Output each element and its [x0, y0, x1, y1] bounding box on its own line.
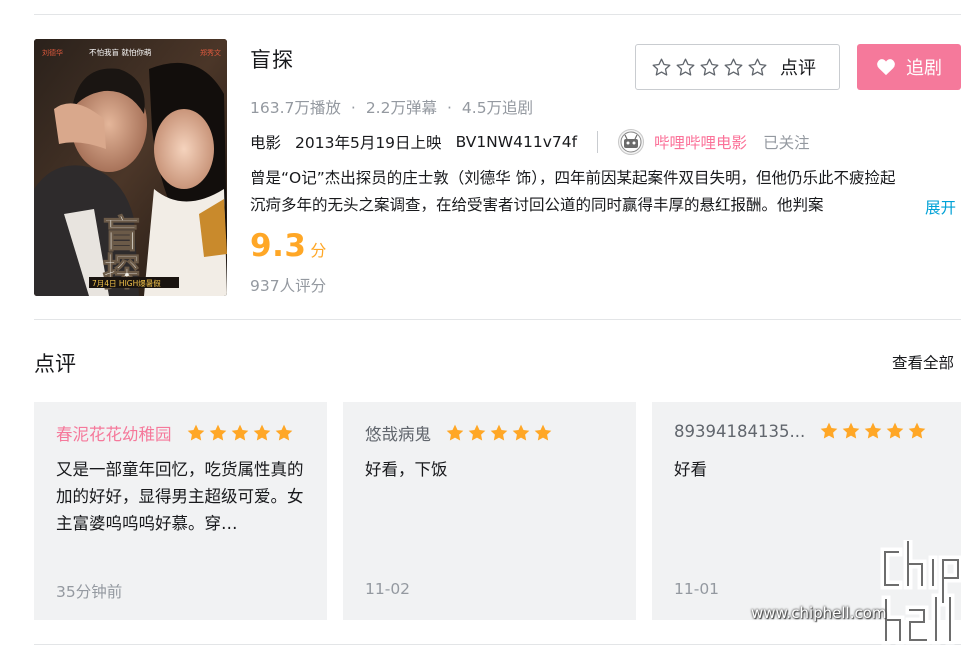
media-description: 曾是“O记”杰出探员的庄士敦（刘德华 饰），四年前因某起案件双目失明，但他仍乐此…: [250, 169, 896, 214]
danmaku-count: 2.2万弹幕: [365, 99, 437, 117]
star-filled-icon: [187, 424, 204, 441]
media-title: 盲探: [250, 48, 294, 72]
bottom-divider: [34, 644, 961, 645]
star-outline-icon[interactable]: [699, 57, 720, 78]
stats-separator: ·: [350, 99, 356, 117]
review-time: 11-02: [365, 580, 411, 598]
star-filled-icon: [468, 424, 486, 441]
score-value: 9.3: [250, 228, 307, 264]
star-filled-icon: [490, 424, 508, 441]
star-filled-icon: [820, 422, 838, 439]
publisher-name[interactable]: 哔哩哔哩电影: [654, 131, 747, 153]
star-outline-icon[interactable]: [747, 57, 768, 78]
review-card[interactable]: 春泥花花幼稚园 又是一部童年回忆，吃货属性真的加的好好，显得男主超级可爱。女主富…: [34, 402, 327, 620]
review-user[interactable]: 春泥花花幼稚园: [56, 421, 172, 445]
star-filled-icon: [864, 422, 882, 439]
star-filled-icon: [275, 424, 292, 441]
follow-button-label[interactable]: 追剧: [906, 54, 942, 80]
score-unit: 分: [310, 241, 327, 260]
media-stats: 163.7万播放 · 2.2万弹幕 · 4.5万追剧: [250, 96, 533, 118]
star-filled-icon: [253, 424, 270, 441]
review-time: 11-01: [674, 580, 720, 598]
publisher-avatar[interactable]: [618, 129, 645, 155]
media-category: 电影: [250, 134, 282, 152]
review-text: 好看: [674, 460, 707, 479]
empty-stars[interactable]: [651, 57, 768, 78]
star-outline-icon[interactable]: [675, 57, 696, 78]
watermark-url: www.chiphell.com: [751, 604, 887, 622]
expand-link[interactable]: 展开: [925, 196, 956, 218]
review-card[interactable]: 悠哉病鬼 好看，下饭 11-02: [343, 402, 636, 620]
star-filled-icon: [886, 422, 904, 439]
star-filled-icon: [908, 422, 926, 439]
stats-separator: ·: [446, 99, 452, 117]
chiphell-watermark-logo: [880, 540, 963, 645]
review-stars: [445, 423, 553, 443]
star-filled-icon: [512, 424, 530, 441]
star-filled-icon: [446, 424, 464, 441]
star-filled-icon: [842, 422, 860, 439]
follow-state[interactable]: 已关注: [763, 131, 810, 153]
section-divider: [34, 319, 961, 320]
reviews-title: 点评: [34, 352, 76, 376]
play-count: 163.7万播放: [250, 99, 341, 117]
review-time: 35分钟前: [56, 583, 123, 601]
rate-button[interactable]: 点评: [635, 44, 840, 90]
follow-count: 4.5万追剧: [461, 99, 534, 117]
poster-release-text: 7月4日 HIGH爆暑假: [92, 278, 161, 288]
rate-button-label[interactable]: 点评: [780, 54, 816, 80]
poster-image[interactable]: 刘德华 不怕我盲 就怕你萌 郑秀文 盲探 7月4日 HIGH爆暑假: [34, 39, 227, 296]
poster-caption-center: 不怕我盲 就怕你萌: [89, 47, 152, 57]
media-meta: 电影 2013年5月19日上映 BV1NW411v74f 哔哩哔哩电影 已关注: [250, 129, 810, 155]
poster-caption-right: 郑秀文: [200, 48, 221, 57]
score: 9.3 分: [250, 228, 326, 264]
review-stars: [819, 421, 927, 441]
star-outline-icon[interactable]: [723, 57, 744, 78]
release-date: 2013年5月19日上映: [295, 134, 442, 152]
top-divider: [34, 14, 961, 15]
meta-divider: [597, 131, 599, 153]
review-text: 又是一部童年回忆，吃货属性真的加的好好，显得男主超级可爱。女主富婆呜呜呜好慕。穿…: [56, 460, 304, 533]
star-outline-icon[interactable]: [651, 57, 672, 78]
star-filled-icon: [534, 424, 552, 441]
poster-caption-left: 刘德华: [42, 48, 63, 57]
review-user[interactable]: 89394184135...: [674, 422, 805, 441]
view-all-link[interactable]: 查看全部: [892, 351, 954, 373]
follow-series-button[interactable]: 追剧: [857, 44, 961, 90]
star-filled-icon: [231, 424, 248, 441]
heart-icon: [877, 59, 895, 76]
bvid: BV1NW411v74f: [455, 133, 578, 151]
review-user[interactable]: 悠哉病鬼: [365, 421, 431, 445]
star-filled-icon: [209, 424, 226, 441]
review-text: 好看，下饭: [365, 460, 448, 479]
rater-count: 937人评分: [250, 277, 327, 295]
review-stars: [186, 423, 294, 443]
